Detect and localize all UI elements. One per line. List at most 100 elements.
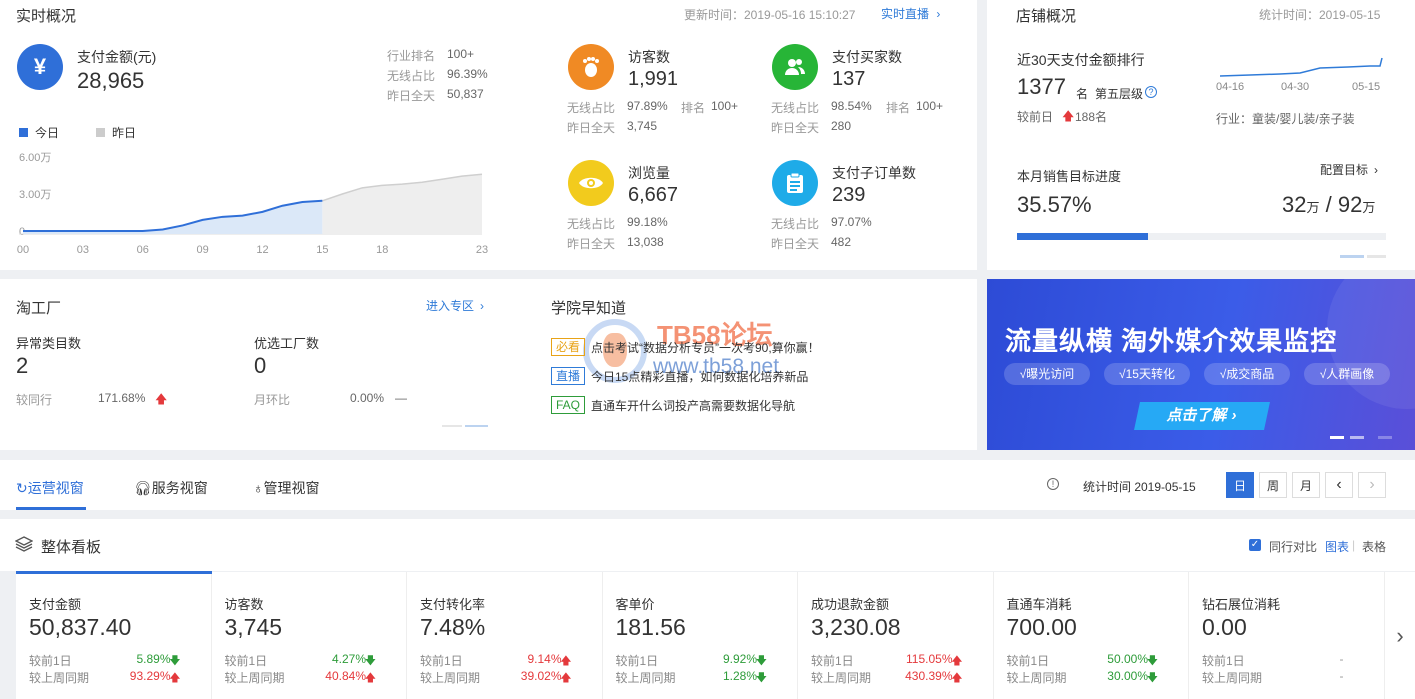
period-day-button[interactable]: 日 [1226,472,1254,498]
dashboard-title: 整体看板 [41,539,102,556]
banner-dot[interactable] [1350,436,1364,439]
rank-trend-line [1220,57,1383,77]
kpi-cmp2-label: 较上周同期 [1202,671,1263,685]
buyers-wireless-label: 无线占比 [771,101,820,115]
period-week-button[interactable]: 周 [1259,472,1287,498]
kpi-name: 直通车消耗 [1006,597,1072,612]
abnormal-cmp-value: 171.68% [98,391,146,405]
tab-management[interactable]: ♁管理视窗 [253,478,320,498]
carousel-dot[interactable] [1340,255,1364,258]
kpi-cmp1-value: 115.05% [906,652,953,666]
live-link[interactable]: 实时直播 › [881,5,940,22]
academy-title: 学院早知道 [551,300,627,317]
legend-yesterday-swatch [96,128,105,137]
shop-title: 店铺概况 [1016,8,1077,25]
info-icon[interactable]: ! [1047,478,1059,490]
kpi-cmp2-label: 较上周同期 [420,671,481,685]
view-divider: | [1352,538,1356,552]
goal-config-link[interactable]: 配置目标 › [1320,161,1378,178]
x-tick-label: 09 [196,244,208,256]
chevron-right-icon: › [936,7,941,21]
goal-progress-fill [1017,233,1149,240]
kpi-card[interactable]: 客单价 181.56 较前1日 9.92% 🡇 较上周同期 1.28% 🡇 [602,572,798,699]
banner-dot[interactable] [1330,436,1344,439]
factory-carousel-dot[interactable] [465,425,488,427]
yesterday-value: 50,837 [447,87,484,101]
users-icon [772,44,818,90]
tab-operations[interactable]: ↻运营视窗 [16,478,84,498]
visitors-yesterday-value: 3,745 [627,119,658,133]
banner-headline: 流量纵横 淘外媒介效果监控 [1005,326,1338,356]
academy-tag: 直播 [551,367,586,385]
kpi-card[interactable]: 支付转化率 7.48% 较前1日 9.14% 🡅 较上周同期 39.02% 🡅 [407,572,603,699]
pageviews-wireless-value: 99.18% [627,215,668,229]
kpi-card[interactable]: 支付金额 50,837.40 较前1日 5.89% 🡇 较上周同期 93.29% 🡅 [16,572,212,699]
banner-cta-button[interactable]: 点击了解 › [1134,402,1270,430]
compare-toggle-label: 同行对比 [1269,540,1318,554]
dashboard-header [0,519,1415,571]
shop-stat-time: 统计时间：2019-05-15 [1259,8,1381,22]
compare-checkbox[interactable]: ✓ [1249,539,1261,551]
kpi-cmp1-value: 4.27% [331,652,366,666]
shop-rank-value: 1377 [1017,74,1066,99]
kpi-cmp1-value: 5.89% [136,652,171,666]
kpi-cmp1-value: 9.92% [722,652,757,666]
kpi-cmp1-value: 9.14% [527,652,562,666]
realtime-title: 实时概况 [16,8,77,25]
academy-item-link[interactable]: 今日15点精彩直播，如何数据化培养新品 [591,368,808,385]
realtime-chart: 6.00万3.00万000 03 06 09 12 15 18 23 [17,152,488,256]
next-icon[interactable]: › [1358,472,1386,498]
kpi-cmp1-label: 较前1日 [1202,654,1245,668]
compare-label: 较前日 [1017,110,1054,124]
refresh-icon: ↻ [16,480,28,496]
carousel-dot[interactable] [1367,255,1386,258]
pageviews-value: 6,667 [628,184,679,206]
kpi-value: 3,745 [224,614,283,640]
layers-icon [14,536,34,557]
legend-yesterday[interactable]: 昨日 [96,124,136,141]
mini-tick-1: 04-30 [1281,81,1310,93]
kpi-value: 700.00 [1006,614,1077,640]
banner-chip: √人群画像 [1304,363,1390,385]
visitors-rank-label: 排名 [681,101,706,115]
arrow-up-icon: 🡅 [951,672,963,684]
yesterday-label: 昨日全天 [387,89,436,103]
tab-management-label: 管理视窗 [263,480,320,496]
table-view-link[interactable]: 表格 [1362,538,1386,555]
tab-service[interactable]: 🎧︎服务视窗 [134,478,208,498]
kpi-next-icon[interactable]: › [1385,572,1415,699]
arrow-down-icon: 🡇 [755,672,767,684]
wireless-label: 无线占比 [387,69,436,83]
promo-banner[interactable]: 流量纵横 淘外媒介效果监控 点击了解 › √曝光访问 √15天转化 √成交商品 √人群… [987,279,1415,450]
shop-card: 店铺概况 统计时间：2019-05-15 近30天支付金额排行 1377 名 第… [987,0,1415,270]
preferred-value: 0 [254,353,267,378]
prev-icon[interactable]: ‹ [1325,472,1353,498]
legend-today[interactable]: 今日 [19,124,59,141]
period-month-button[interactable]: 月 [1292,472,1320,498]
arrow-up-icon: 🡅 [155,392,168,406]
shop-rank-unit: 名 [1076,87,1089,101]
factory-carousel-dot[interactable] [442,425,462,427]
kpi-cmp2-label: 较上周同期 [615,671,676,685]
kpi-card[interactable]: 访客数 3,745 较前1日 4.27% 🡇 较上周同期 40.84% 🡅 [211,572,407,699]
x-tick-label: 03 [77,244,89,256]
kpi-value: 0.00 [1202,614,1247,640]
kpi-value: 50,837.40 [29,614,132,640]
y-tick-label: 6.00万 [19,152,51,164]
industry: 行业：童装/婴儿装/亲子装 [1216,112,1355,126]
help-icon[interactable]: ? [1145,86,1157,98]
eye-icon [568,160,614,206]
academy-item-link[interactable]: 点击考试“数据分析专员”一次考90,算你赢！ [591,339,820,356]
enter-zone-link[interactable]: 进入专区 › [426,297,484,314]
kpi-card[interactable]: 钻石展位消耗 0.00 较前1日 - 较上周同期 - [1189,572,1385,699]
goal-total-unit: 万 [1362,200,1376,215]
wireless-value: 96.39% [447,67,488,81]
banner-dot[interactable] [1378,436,1392,439]
academy-item-link[interactable]: 直通车开什么词投产高需要数据化导航 [591,397,795,414]
chart-view-link[interactable]: 图表 [1325,538,1349,555]
shop-tier: 第五层级 [1095,87,1144,101]
kpi-card[interactable]: 直通车消耗 700.00 较前1日 50.00% 🡇 较上周同期 30.00% 🡇 [993,572,1189,699]
x-tick-label: 00 [17,244,29,256]
views-bar [0,460,1415,510]
kpi-card[interactable]: 成功退款金额 3,230.08 较前1日 115.05% 🡅 较上周同期 430.39% 🡅 [798,572,994,699]
